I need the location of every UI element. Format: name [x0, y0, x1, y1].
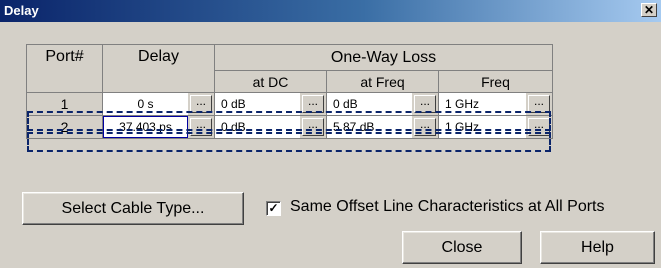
table-row: 1 0 s... 0 dB... 0 dB... 1 GHz...	[26, 92, 553, 116]
subheader-at-dc: at DC	[214, 70, 327, 93]
close-icon[interactable]: ✕	[641, 3, 657, 17]
at-freq-cell[interactable]: 0 dB...	[326, 92, 439, 116]
port-delay-table: Port# Delay One-Way Loss at DC at Freq F…	[26, 44, 553, 198]
at-freq-value[interactable]: 5.87 dB	[327, 116, 412, 138]
freq-ellipsis-button[interactable]: ...	[528, 118, 550, 136]
select-cable-type-button[interactable]: Select Cable Type...	[22, 192, 244, 225]
freq-cell[interactable]: 1 GHz...	[438, 92, 553, 116]
delay-ellipsis-button[interactable]: ...	[190, 118, 212, 136]
freq-value[interactable]: 1 GHz	[439, 116, 526, 138]
at-dc-cell[interactable]: 0 dB...	[214, 92, 327, 116]
at-dc-value[interactable]: 0 dB	[215, 93, 300, 115]
header-delay: Delay	[102, 44, 215, 93]
subheader-freq: Freq	[438, 70, 553, 93]
freq-cell[interactable]: 1 GHz...	[438, 115, 553, 139]
table-row: 2 37.403 ps... 0 dB... 5.87 dB... 1 GHz.…	[26, 115, 553, 139]
port-number: 1	[26, 92, 103, 116]
help-button[interactable]: Help	[540, 231, 655, 264]
freq-value[interactable]: 1 GHz	[439, 93, 526, 115]
at-dc-cell[interactable]: 0 dB...	[214, 115, 327, 139]
at-dc-ellipsis-button[interactable]: ...	[302, 95, 324, 113]
subheader-at-freq: at Freq	[326, 70, 439, 93]
at-dc-ellipsis-button[interactable]: ...	[302, 118, 324, 136]
port-number: 2	[26, 115, 103, 139]
delay-value[interactable]: 0 s	[103, 93, 188, 115]
title-bar: Delay ✕	[0, 0, 661, 22]
same-offset-checkbox[interactable]: ✓	[266, 201, 281, 216]
delay-ellipsis-button[interactable]: ...	[190, 95, 212, 113]
same-offset-label: Same Offset Line Characteristics at All …	[290, 198, 605, 215]
close-button[interactable]: Close	[402, 231, 522, 264]
at-freq-cell[interactable]: 5.87 dB...	[326, 115, 439, 139]
header-port: Port#	[26, 44, 103, 93]
at-dc-value[interactable]: 0 dB	[215, 116, 300, 138]
table-spacer	[26, 138, 553, 198]
window-title: Delay	[4, 3, 39, 18]
at-freq-value[interactable]: 0 dB	[327, 93, 412, 115]
header-one-way-loss: One-Way Loss	[214, 44, 553, 71]
delay-dialog: Delay ✕ Port# Delay One-Way Loss at DC a…	[0, 0, 661, 268]
delay-cell[interactable]: 0 s...	[102, 92, 215, 116]
delay-value[interactable]: 37.403 ps	[103, 116, 188, 138]
freq-ellipsis-button[interactable]: ...	[528, 95, 550, 113]
at-freq-ellipsis-button[interactable]: ...	[414, 118, 436, 136]
delay-cell[interactable]: 37.403 ps...	[102, 115, 215, 139]
at-freq-ellipsis-button[interactable]: ...	[414, 95, 436, 113]
